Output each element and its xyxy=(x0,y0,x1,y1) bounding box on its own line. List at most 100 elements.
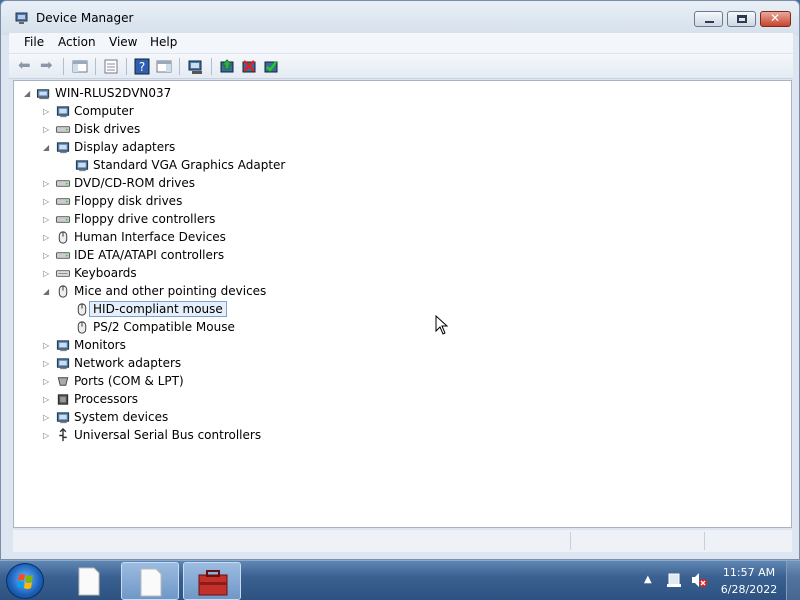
expand-arrow-icon[interactable]: ▷ xyxy=(43,395,51,404)
expand-arrow-icon[interactable]: ▷ xyxy=(43,269,51,278)
tree-node-label[interactable]: PS/2 Compatible Mouse xyxy=(93,320,235,334)
tree-node-label[interactable]: Disk drives xyxy=(74,122,140,136)
menu-action[interactable]: Action xyxy=(58,35,96,49)
tree-node-label[interactable]: Network adapters xyxy=(74,356,181,370)
forward-arrow-icon: ➡ xyxy=(40,56,53,74)
forward-button[interactable]: ➡ xyxy=(40,56,58,75)
show-hide-console-tree-icon[interactable] xyxy=(71,58,89,75)
network-adapter-icon xyxy=(56,358,70,370)
expand-arrow-icon[interactable]: ▷ xyxy=(43,233,51,242)
volume-muted-icon[interactable] xyxy=(690,572,708,588)
tree-node-label[interactable]: System devices xyxy=(74,410,168,424)
computer-root-icon xyxy=(36,89,50,100)
show-desktop-button[interactable] xyxy=(786,561,800,600)
menu-file[interactable]: File xyxy=(24,35,44,49)
taskbar: ▲ 11:57 AM 6/28/2022 xyxy=(0,560,800,600)
title-bar[interactable]: Device Manager ✕ xyxy=(1,1,799,35)
clock-time[interactable]: 11:57 AM xyxy=(718,566,780,579)
maximize-button[interactable] xyxy=(727,11,756,27)
expand-arrow-icon[interactable]: ▷ xyxy=(43,125,51,134)
tree-device-node[interactable]: Standard VGA Graphics Adapter xyxy=(14,157,791,175)
expand-arrow-icon[interactable]: ▷ xyxy=(43,341,51,350)
display-adapter-icon xyxy=(56,142,70,154)
tree-category-node[interactable]: ▷ Floppy drive controllers xyxy=(14,211,791,229)
menu-help[interactable]: Help xyxy=(150,35,177,49)
collapse-arrow-icon[interactable]: ◢ xyxy=(24,89,32,98)
menu-view[interactable]: View xyxy=(109,35,137,49)
tree-category-node[interactable]: ◢ Display adapters xyxy=(14,139,791,157)
tree-node-label[interactable]: Universal Serial Bus controllers xyxy=(74,428,261,442)
tree-node-label[interactable]: Keyboards xyxy=(74,266,137,280)
minimize-button[interactable] xyxy=(694,11,723,27)
expand-arrow-icon[interactable]: ▷ xyxy=(43,359,51,368)
keyboard-icon xyxy=(55,270,71,277)
minimize-icon xyxy=(705,21,714,23)
tree-category-node[interactable]: ▷ Monitors xyxy=(14,337,791,355)
tree-category-node[interactable]: ▷ Network adapters xyxy=(14,355,791,373)
tree-category-node[interactable]: ▷ Computer xyxy=(14,103,791,121)
tree-node-label[interactable]: WIN-RLUS2DVN037 xyxy=(55,86,171,100)
tree-category-node[interactable]: ▷ IDE ATA/ATAPI controllers xyxy=(14,247,791,265)
tree-category-node[interactable]: ▷ System devices xyxy=(14,409,791,427)
tree-category-node[interactable]: ▷ DVD/CD-ROM drives xyxy=(14,175,791,193)
device-tree[interactable]: ◢ WIN-RLUS2DVN037 ▷ Computer ▷ Disk drives ◢ Di… xyxy=(13,80,792,528)
tree-node-label[interactable]: DVD/CD-ROM drives xyxy=(74,176,195,190)
tree-node-label[interactable]: Computer xyxy=(74,104,134,118)
taskbar-file-2[interactable] xyxy=(121,562,179,600)
tree-node-label-selected[interactable]: HID-compliant mouse xyxy=(89,301,227,317)
collapse-arrow-icon[interactable]: ◢ xyxy=(43,143,51,152)
tree-node-label[interactable]: Mice and other pointing devices xyxy=(74,284,266,298)
tree-category-node[interactable]: ▷ Universal Serial Bus controllers xyxy=(14,427,791,445)
tree-root-node[interactable]: ◢ WIN-RLUS2DVN037 xyxy=(14,85,791,103)
expand-arrow-icon[interactable]: ▷ xyxy=(43,215,51,224)
tree-node-label[interactable]: Standard VGA Graphics Adapter xyxy=(93,158,285,172)
back-arrow-icon: ⬅ xyxy=(18,56,31,74)
tree-node-label[interactable]: Monitors xyxy=(74,338,126,352)
menu-bar: File Action View Help xyxy=(9,33,793,53)
uninstall-device-icon[interactable] xyxy=(240,58,258,75)
back-button[interactable]: ⬅ xyxy=(18,56,36,75)
ide-controller-icon xyxy=(55,252,71,259)
maximize-icon xyxy=(737,15,747,23)
tree-category-node[interactable]: ▷ Human Interface Devices xyxy=(14,229,791,247)
tree-category-node[interactable]: ▷ Processors xyxy=(14,391,791,409)
tree-category-node[interactable]: ◢ Mice and other pointing devices xyxy=(14,283,791,301)
collapse-arrow-icon[interactable]: ◢ xyxy=(43,287,51,296)
scan-hardware-changes-icon[interactable] xyxy=(187,58,205,75)
tree-category-node[interactable]: ▷ Floppy disk drives xyxy=(14,193,791,211)
action-center-icon[interactable] xyxy=(666,572,682,588)
show-action-pane-icon[interactable] xyxy=(155,58,173,75)
expand-arrow-icon[interactable]: ▷ xyxy=(43,179,51,188)
tree-node-label[interactable]: Human Interface Devices xyxy=(74,230,226,244)
mouse-icon xyxy=(58,285,68,298)
update-driver-icon[interactable] xyxy=(218,58,236,75)
tree-node-label[interactable]: Ports (COM & LPT) xyxy=(74,374,184,388)
tree-category-node[interactable]: ▷ Ports (COM & LPT) xyxy=(14,373,791,391)
show-hidden-icons-button[interactable]: ▲ xyxy=(644,574,652,585)
help-icon[interactable]: ? xyxy=(133,58,151,75)
tree-category-node[interactable]: ▷ Keyboards xyxy=(14,265,791,283)
properties-icon[interactable] xyxy=(102,58,120,75)
tree-node-label[interactable]: Display adapters xyxy=(74,140,175,154)
expand-arrow-icon[interactable]: ▷ xyxy=(43,107,51,116)
start-button[interactable] xyxy=(6,563,44,599)
tree-node-label[interactable]: IDE ATA/ATAPI controllers xyxy=(74,248,224,262)
expand-arrow-icon[interactable]: ▷ xyxy=(43,431,51,440)
tree-device-node[interactable]: PS/2 Compatible Mouse xyxy=(14,319,791,337)
clock-date[interactable]: 6/28/2022 xyxy=(718,583,780,596)
tree-device-node[interactable]: HID-compliant mouse xyxy=(14,301,791,319)
expand-arrow-icon[interactable]: ▷ xyxy=(43,251,51,260)
enable-device-icon[interactable] xyxy=(262,58,280,75)
tree-node-label[interactable]: Floppy drive controllers xyxy=(74,212,215,226)
status-section xyxy=(704,532,792,550)
close-button[interactable]: ✕ xyxy=(760,11,791,27)
tree-node-label[interactable]: Processors xyxy=(74,392,138,406)
status-bar xyxy=(13,530,792,552)
expand-arrow-icon[interactable]: ▷ xyxy=(43,197,51,206)
expand-arrow-icon[interactable]: ▷ xyxy=(43,413,51,422)
tree-node-label[interactable]: Floppy disk drives xyxy=(74,194,182,208)
taskbar-device-manager[interactable] xyxy=(183,562,241,600)
taskbar-file-1[interactable] xyxy=(60,562,118,600)
expand-arrow-icon[interactable]: ▷ xyxy=(43,377,51,386)
tree-category-node[interactable]: ▷ Disk drives xyxy=(14,121,791,139)
